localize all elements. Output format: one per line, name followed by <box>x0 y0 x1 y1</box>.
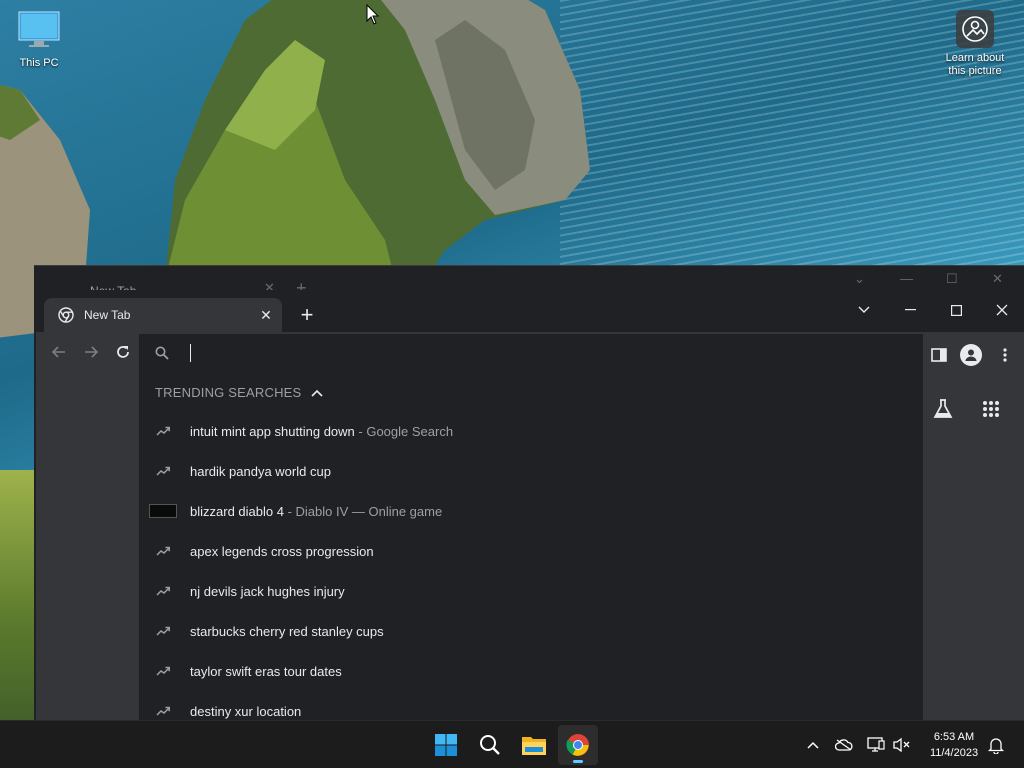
suggestion-text: blizzard diablo 4 - Diablo IV — Online g… <box>190 504 442 519</box>
labs-flask-icon[interactable] <box>930 396 956 422</box>
profile-avatar-icon[interactable] <box>960 344 982 366</box>
text-caret <box>190 344 191 362</box>
minimize-icon[interactable]: — <box>900 271 913 286</box>
desktop-icon-label: This PC <box>19 57 59 69</box>
suggestion-query: nj devils jack hughes injury <box>190 583 345 599</box>
suggestion-subtitle: - Google Search <box>354 423 454 439</box>
volume-muted-icon[interactable] <box>892 735 912 755</box>
chrome-icon[interactable] <box>558 725 598 765</box>
maximize-icon[interactable] <box>933 295 979 325</box>
taskbar: 6:53 AM 11/4/2023 <box>0 720 1024 768</box>
file-explorer-icon[interactable] <box>514 725 554 765</box>
taskbar-clock[interactable]: 6:53 AM 11/4/2023 <box>918 729 990 761</box>
maximize-icon[interactable]: ☐ <box>946 271 958 287</box>
tab-close-icon[interactable]: ✕ <box>256 305 276 325</box>
suggestion-row[interactable]: blizzard diablo 4 - Diablo IV — Online g… <box>139 491 923 531</box>
suggestion-text: hardik pandya world cup <box>190 464 331 479</box>
start-icon[interactable] <box>426 725 466 765</box>
chrome-favicon-icon <box>58 307 74 323</box>
chevron-up-tray-icon[interactable] <box>803 735 823 755</box>
desktop-icon-learn-about-picture[interactable]: Learn about this picture <box>938 10 1012 78</box>
mouse-cursor-icon <box>366 4 380 25</box>
suggestion-text: nj devils jack hughes injury <box>190 584 345 599</box>
trending-icon <box>155 623 171 639</box>
suggestion-query: starbucks cherry red stanley cups <box>190 623 384 639</box>
new-tab-plus-icon[interactable]: + <box>294 303 320 329</box>
back-arrow-icon[interactable] <box>45 340 73 364</box>
chevron-down-icon[interactable]: ⌄ <box>854 271 865 287</box>
minimize-icon[interactable] <box>887 295 933 325</box>
suggestion-row[interactable]: intuit mint app shutting down - Google S… <box>139 411 923 451</box>
trending-icon <box>155 463 171 479</box>
suggestion-query: intuit mint app shutting down <box>190 423 355 439</box>
suggestion-row[interactable]: hardik pandya world cup <box>139 451 923 491</box>
clock-date: 11/4/2023 <box>929 747 979 759</box>
suggestion-text: intuit mint app shutting down - Google S… <box>190 424 453 439</box>
forward-arrow-icon[interactable] <box>77 340 105 364</box>
tab-new-tab[interactable]: New Tab ✕ <box>44 298 282 332</box>
onedrive-cloud-icon[interactable] <box>834 735 854 755</box>
close-icon[interactable]: ✕ <box>992 271 1003 287</box>
search-icon[interactable] <box>470 725 510 765</box>
tab-search-chevron-icon[interactable] <box>841 295 887 325</box>
omnibox-dropdown: TRENDING SEARCHES intuit mint app shutti… <box>139 334 923 720</box>
suggestion-query: taylor swift eras tour dates <box>190 663 342 679</box>
trending-icon <box>155 703 171 719</box>
cliff-rock-main <box>165 0 590 280</box>
desktop-icon-label: Learn about this picture <box>945 52 1005 77</box>
suggestion-text: destiny xur location <box>190 704 301 719</box>
trending-icon <box>155 583 171 599</box>
suggestion-text: starbucks cherry red stanley cups <box>190 624 384 639</box>
suggestion-query: blizzard diablo 4 <box>190 503 284 519</box>
game-thumbnail-icon <box>149 504 177 518</box>
clock-time: 6:53 AM <box>933 731 975 743</box>
section-title: TRENDING SEARCHES <box>155 385 302 400</box>
camera-icon <box>956 10 994 48</box>
suggestion-row[interactable]: starbucks cherry red stanley cups <box>139 611 923 651</box>
more-menu-icon[interactable] <box>998 344 1012 366</box>
suggestion-text: apex legends cross progression <box>190 544 374 559</box>
tab-strip: New Tab ✕ + <box>36 290 1024 332</box>
search-icon <box>155 346 169 365</box>
trending-icon <box>155 423 171 439</box>
address-bar-input[interactable] <box>189 343 889 365</box>
active-app-indicator <box>573 760 583 763</box>
suggestion-text: taylor swift eras tour dates <box>190 664 342 679</box>
trending-icon <box>155 663 171 679</box>
reload-icon[interactable] <box>109 340 137 364</box>
suggestion-query: destiny xur location <box>190 703 302 719</box>
chevron-up-icon[interactable] <box>311 389 323 397</box>
suggestion-subtitle: - Diablo IV — Online game <box>283 503 443 519</box>
suggestion-row[interactable]: apex legends cross progression <box>139 531 923 571</box>
side-panel-icon[interactable] <box>928 344 950 366</box>
omnibox-row <box>139 334 923 374</box>
suggestion-query: apex legends cross progression <box>190 543 374 559</box>
google-apps-grid-icon[interactable] <box>978 396 1004 422</box>
toolbar-right-area <box>922 334 1024 720</box>
trending-icon <box>155 543 171 559</box>
trending-searches-header[interactable]: TRENDING SEARCHES <box>155 385 323 400</box>
network-icon[interactable] <box>866 735 886 755</box>
notification-bell-icon[interactable] <box>986 735 1006 755</box>
desktop-icon-this-pc[interactable]: This PC <box>14 10 64 70</box>
suggestion-row[interactable]: nj devils jack hughes injury <box>139 571 923 611</box>
suggestion-row[interactable]: taylor swift eras tour dates <box>139 651 923 691</box>
close-window-icon[interactable] <box>979 295 1024 325</box>
tab-title: New Tab <box>84 308 131 322</box>
monitor-icon <box>18 11 60 47</box>
suggestion-query: hardik pandya world cup <box>190 463 331 479</box>
